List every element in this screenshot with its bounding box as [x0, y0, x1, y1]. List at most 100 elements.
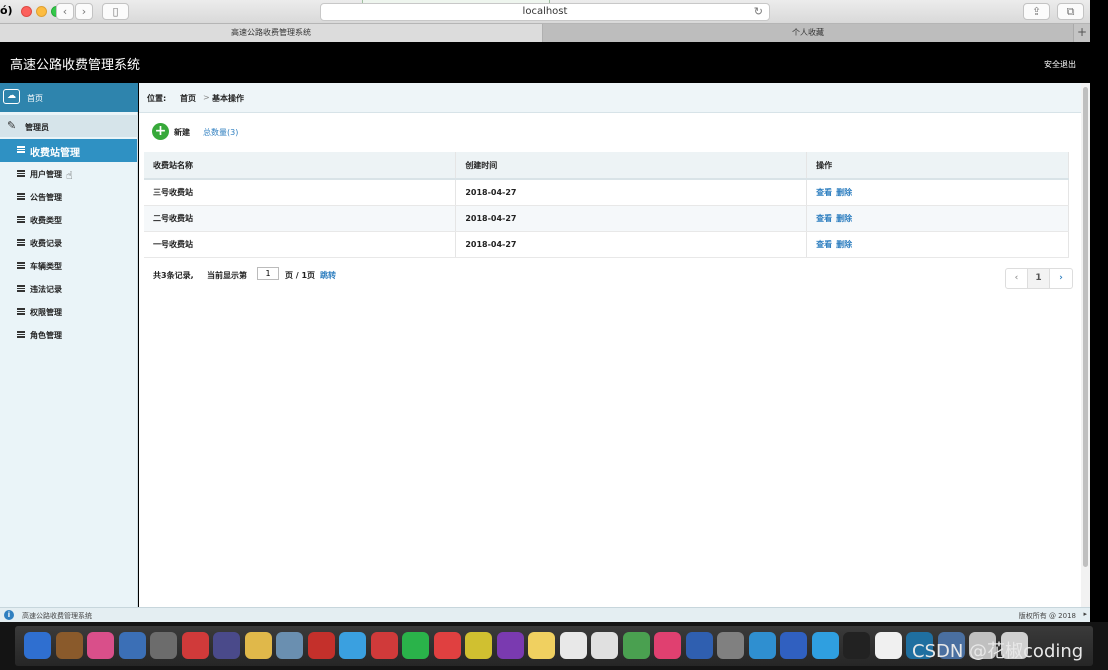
- dock-app-icon[interactable]: [559, 632, 587, 659]
- jump-link[interactable]: 跳转: [320, 270, 336, 281]
- dock-app-icon[interactable]: [622, 632, 650, 659]
- dock-app-icon[interactable]: [87, 632, 114, 659]
- add-circle-icon[interactable]: +: [152, 123, 169, 140]
- dock-app-icon[interactable]: [528, 632, 555, 659]
- view-link[interactable]: 查看: [816, 188, 832, 197]
- list-icon: [17, 193, 25, 200]
- sidebar-item-label: 首页: [27, 94, 43, 103]
- dock-app-icon[interactable]: [118, 632, 146, 659]
- breadcrumb-home-link[interactable]: 首页: [180, 93, 196, 104]
- sidebar-section-label: 管理员: [25, 123, 49, 132]
- tab-system[interactable]: 高速公路收费管理系统: [0, 24, 543, 42]
- list-icon: [17, 331, 25, 338]
- cell-created: 2018-04-27: [455, 231, 808, 258]
- edit-icon: ✎: [7, 119, 17, 132]
- column-header-created: 创建时间: [455, 152, 808, 180]
- pointer-cursor-icon: ☝: [66, 169, 73, 182]
- sidebar-item-label: 用户管理: [30, 170, 62, 179]
- url-bar[interactable]: localhost ↻: [320, 3, 770, 21]
- sidebar-item-label: 公告管理: [30, 193, 62, 202]
- dock-app-icon[interactable]: [591, 632, 618, 659]
- dock-app-icon[interactable]: [685, 632, 713, 659]
- dock-app-icon[interactable]: [150, 632, 177, 659]
- view-link[interactable]: 查看: [816, 214, 832, 223]
- toll-station-table: 收费站名称 创建时间 操作 三号收费站 2018-04-27 查看 删除 二号收费…: [144, 152, 1069, 258]
- dock-app-icon[interactable]: [874, 632, 902, 659]
- list-icon: [17, 285, 25, 292]
- dock-app-icon[interactable]: [213, 632, 240, 659]
- screen-edge: [1090, 0, 1108, 670]
- sidebar-item-permissions[interactable]: 权限管理: [0, 301, 138, 323]
- dock-app-icon[interactable]: [181, 632, 209, 659]
- sidebar-item-notices[interactable]: 公告管理: [0, 186, 138, 208]
- delete-link[interactable]: 删除: [836, 240, 852, 249]
- sidebar-item-roles[interactable]: 角色管理: [0, 324, 138, 346]
- dock-app-icon[interactable]: [244, 632, 272, 659]
- dock-app-icon[interactable]: [654, 632, 681, 659]
- back-button[interactable]: ‹: [56, 3, 74, 20]
- view-link[interactable]: 查看: [816, 240, 832, 249]
- dock-app-icon[interactable]: [307, 632, 335, 659]
- dock-app-icon[interactable]: [748, 632, 776, 659]
- sidebar-item-label: 违法记录: [30, 285, 62, 294]
- toolbar-row: + 新建 总数量(3): [139, 114, 1081, 150]
- dock-app-icon[interactable]: [717, 632, 744, 659]
- list-icon: [17, 239, 25, 246]
- dock-app-icon[interactable]: [370, 632, 398, 659]
- page-number-input[interactable]: [257, 267, 279, 280]
- edge-text: ó): [0, 4, 13, 17]
- forward-button[interactable]: ›: [75, 3, 93, 20]
- dock-app-icon[interactable]: [276, 632, 303, 659]
- dock-app-icon[interactable]: [24, 632, 51, 659]
- delete-link[interactable]: 删除: [836, 214, 852, 223]
- sidebar-item-label: 角色管理: [30, 331, 62, 340]
- cell-name: 二号收费站: [144, 205, 457, 232]
- add-tab-button[interactable]: +: [1073, 24, 1090, 42]
- sidebar-item-vehicle-types[interactable]: 车辆类型: [0, 255, 138, 277]
- scrollbar[interactable]: [1081, 83, 1090, 607]
- pagination-row: 共3条记录, 当前显示第 页 / 1页 跳转 ‹ 1 ›: [139, 266, 1081, 290]
- new-button[interactable]: 新建: [174, 127, 190, 138]
- dock-app-icon[interactable]: [780, 632, 807, 659]
- table-row: 三号收费站 2018-04-27 查看 删除: [144, 179, 1069, 206]
- sidebar-item-label: 权限管理: [30, 308, 62, 317]
- delete-link[interactable]: 删除: [836, 188, 852, 197]
- next-page-button[interactable]: ›: [1050, 269, 1072, 288]
- sidebar-item-home[interactable]: ☁ 首页: [0, 83, 138, 112]
- sidebar-item-fee-types[interactable]: 收费类型: [0, 209, 138, 231]
- logout-link[interactable]: 安全退出: [1044, 59, 1076, 70]
- list-icon: [17, 216, 25, 223]
- reload-icon[interactable]: ↻: [754, 4, 763, 20]
- dock-app-icon[interactable]: [433, 632, 461, 659]
- column-header-name: 收费站名称: [144, 152, 457, 180]
- dock-app-icon[interactable]: [55, 632, 83, 659]
- dock-app-icon[interactable]: [811, 632, 839, 659]
- sidebar-item-label: 收费类型: [30, 216, 62, 225]
- app-header: 高速公路收费管理系统 安全退出: [0, 42, 1090, 83]
- tabs-icon: ⧉: [1066, 5, 1075, 18]
- sidebar-section-admin[interactable]: ✎ 管理员: [0, 115, 138, 137]
- main-content: 位置: 首页 > 基本操作 + 新建 总数量(3) 收费站名称 创建时间 操作 …: [139, 83, 1081, 607]
- page-1-button[interactable]: 1: [1028, 269, 1050, 288]
- minimize-window-button[interactable]: [36, 6, 47, 17]
- dock-app-icon[interactable]: [465, 632, 492, 659]
- tab-favorites[interactable]: 个人收藏: [543, 24, 1073, 42]
- share-button[interactable]: ⇪: [1023, 3, 1050, 20]
- scrollbar-thumb[interactable]: [1083, 87, 1088, 567]
- dock-app-icon[interactable]: [496, 632, 524, 659]
- table-row: 二号收费站 2018-04-27 查看 删除: [144, 205, 1069, 232]
- dock-app-icon[interactable]: [339, 632, 366, 659]
- cell-name: 三号收费站: [144, 179, 457, 206]
- share-icon: ⇪: [1031, 5, 1042, 18]
- tabs-overview-button[interactable]: ⧉: [1057, 3, 1084, 20]
- prev-page-button[interactable]: ‹: [1006, 269, 1028, 288]
- sidebar-item-toll-station[interactable]: 收费站管理: [0, 139, 137, 162]
- sidebar-item-fee-records[interactable]: 收费记录: [0, 232, 138, 254]
- cell-actions: 查看 删除: [806, 231, 1069, 258]
- close-window-button[interactable]: [21, 6, 32, 17]
- sidebar-toggle-button[interactable]: ▯: [102, 3, 129, 20]
- app-title: 高速公路收费管理系统: [10, 58, 141, 73]
- sidebar-item-violations[interactable]: 违法记录: [0, 278, 138, 300]
- dock-app-icon[interactable]: [402, 632, 429, 659]
- dock-app-icon[interactable]: [843, 632, 870, 659]
